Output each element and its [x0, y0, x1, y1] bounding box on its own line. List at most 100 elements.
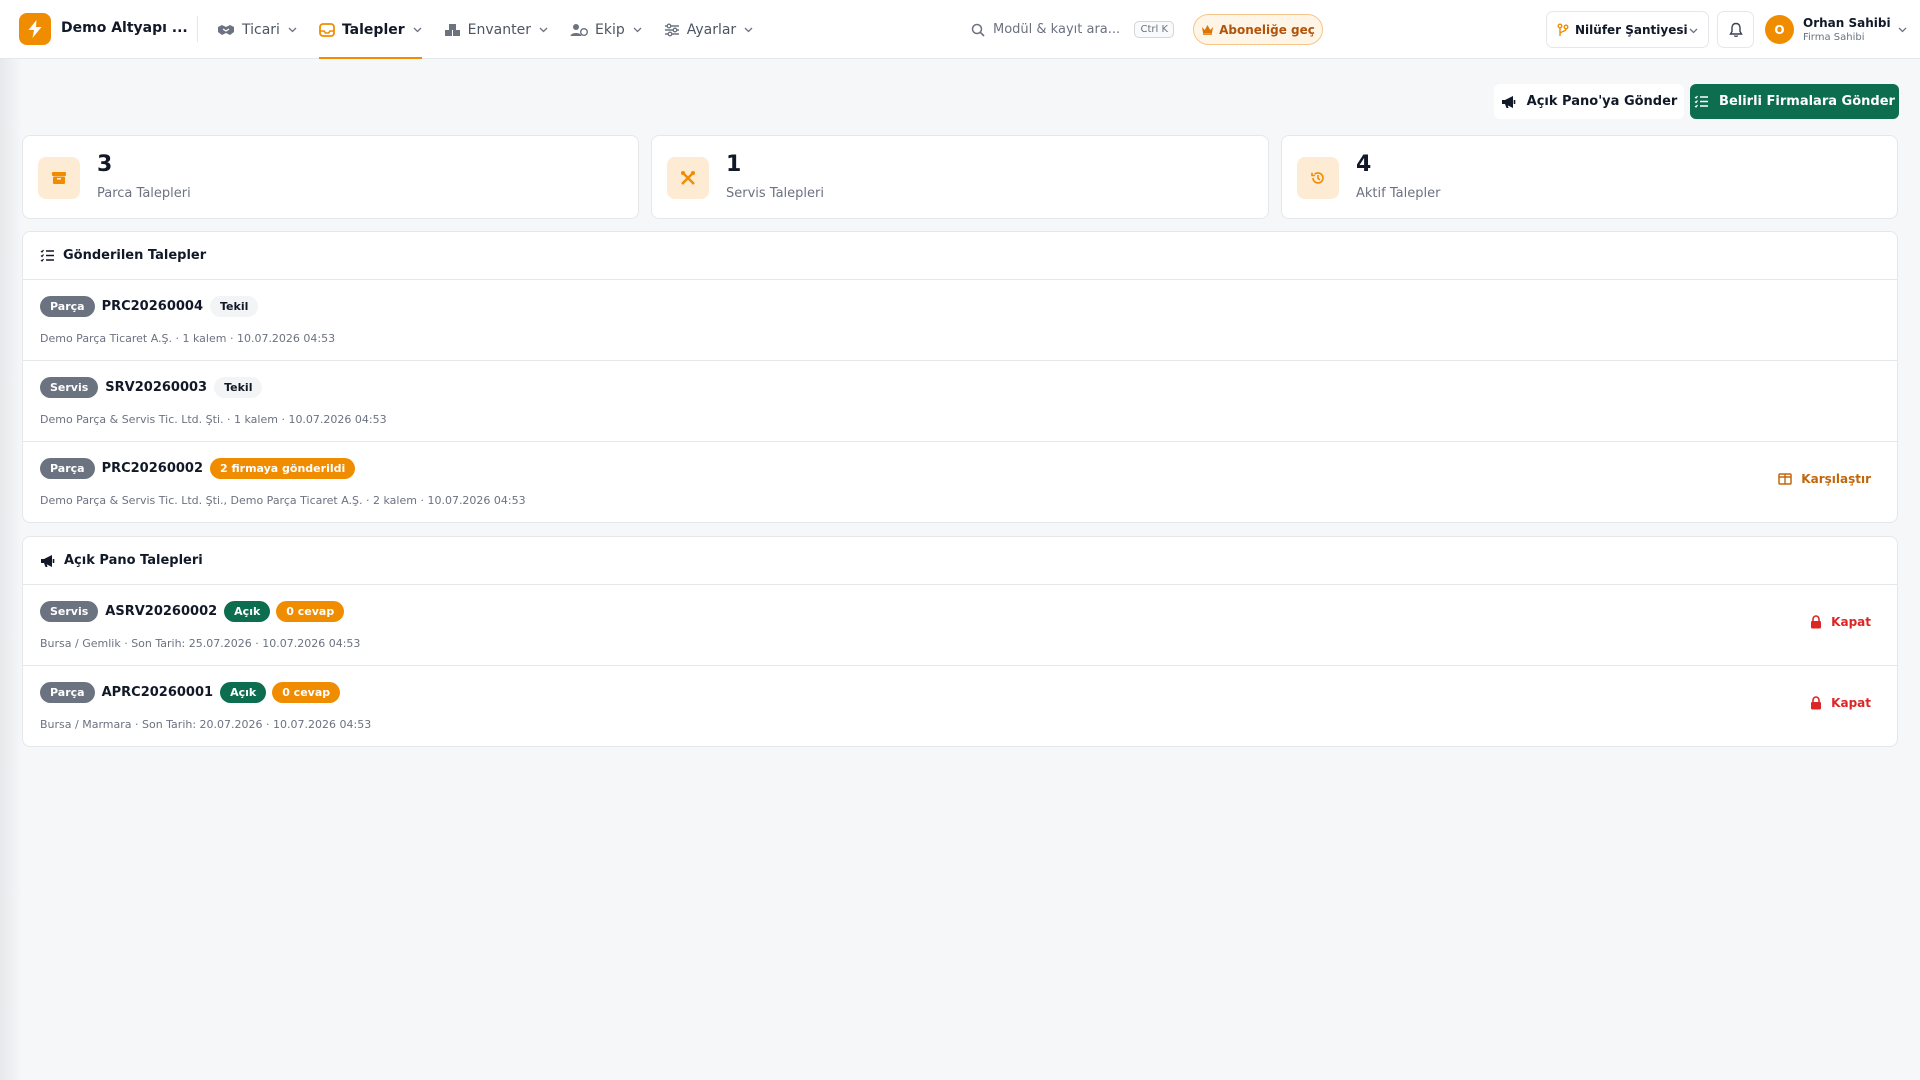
nav-item-ekip[interactable]: Ekip [570, 0, 642, 59]
stat-card-active: 4 Aktif Talepler [1281, 135, 1898, 219]
request-meta: Demo Parça Ticaret A.Ş. · 1 kalem · 10.0… [40, 332, 336, 345]
list-check-icon [1694, 95, 1709, 108]
request-code: ASRV20260002 [105, 604, 218, 619]
stat-card-services: 1 Servis Talepleri [651, 135, 1269, 219]
stat-label: Aktif Talepler [1356, 186, 1441, 201]
user-menu[interactable]: O Orhan Sahibi Firma Sahibi [1762, 10, 1907, 49]
nav-item-envanter[interactable]: Envanter [444, 0, 548, 59]
branch-icon [1557, 23, 1569, 37]
megaphone-icon [1501, 95, 1517, 109]
lock-icon [1810, 696, 1822, 710]
request-meta: Demo Parça & Servis Tic. Ltd. Şti. · 1 k… [40, 413, 387, 426]
stat-label: Servis Talepleri [726, 186, 824, 201]
chevron-down-icon [413, 27, 422, 33]
list-item[interactable]: Parça APRC20260001 Açık 0 cevap Bursa / … [23, 666, 1897, 746]
main-nav: Ticari Talepler Envanter Ekip Ayarlar [217, 0, 775, 59]
request-code: SRV20260003 [105, 380, 208, 395]
upgrade-label: Aboneliğe geç [1219, 22, 1315, 37]
tools-icon [667, 157, 709, 199]
sliders-icon [664, 23, 680, 37]
site-label: Nilüfer Şantiyesi [1575, 22, 1688, 37]
type-badge: Servis [40, 601, 99, 622]
request-meta: Bursa / Marmara · Son Tarih: 20.07.2026 … [40, 718, 372, 731]
compare-label: Karşılaştır [1801, 472, 1871, 486]
close-label: Kapat [1831, 615, 1871, 629]
nav-label: Ayarlar [686, 21, 737, 38]
request-meta: Bursa / Gemlik · Son Tarih: 25.07.2026 ·… [40, 637, 361, 650]
stat-label: Parca Talepleri [97, 186, 191, 201]
team-icon [570, 23, 588, 37]
request-code: PRC20260004 [101, 299, 204, 314]
notifications-button[interactable] [1717, 11, 1754, 48]
avatar: O [1765, 15, 1794, 44]
status-badge: Açık [220, 682, 267, 703]
user-info: Orhan Sahibi Firma Sahibi [1803, 16, 1898, 43]
sent-requests-panel: Gönderilen Talepler Parça PRC20260004 Te… [22, 231, 1898, 523]
box-icon [38, 157, 80, 199]
send-to-open-board-label: Açık Pano'ya Gönder [1526, 94, 1678, 109]
reply-count-badge: 0 cevap [272, 682, 341, 703]
chevron-down-icon [1898, 27, 1907, 33]
panel-title: Gönderilen Talepler [63, 248, 207, 263]
search-input[interactable]: Modül & kayıt ara... Ctrl K [961, 15, 1178, 44]
chevron-down-icon [744, 27, 753, 33]
site-selector[interactable]: Nilüfer Şantiyesi [1546, 11, 1709, 48]
send-to-open-board-button[interactable]: Açık Pano'ya Gönder [1494, 84, 1684, 119]
panel-header: Gönderilen Talepler [23, 232, 1897, 280]
close-request-button[interactable]: Kapat [1810, 696, 1871, 710]
app-name[interactable]: Demo Altyapı ... [61, 20, 188, 36]
list-item[interactable]: Parça PRC20260004 Tekil Demo Parça Ticar… [23, 280, 1897, 361]
list-check-icon [40, 249, 55, 262]
nav-item-ayarlar[interactable]: Ayarlar [664, 0, 753, 59]
send-to-firms-label: Belirli Firmalara Gönder [1719, 94, 1895, 109]
nav-item-ticari[interactable]: Ticari [217, 0, 297, 59]
columns-icon [1778, 473, 1793, 485]
lock-icon [1810, 615, 1822, 629]
stat-value: 4 [1356, 152, 1372, 177]
status-badge: Tekil [210, 296, 259, 317]
nav-label: Envanter [467, 21, 531, 38]
request-meta: Demo Parça & Servis Tic. Ltd. Şti., Demo… [40, 494, 526, 507]
lightning-icon [28, 20, 42, 38]
status-badge: 2 firmaya gönderildi [210, 458, 356, 479]
type-badge: Parça [40, 296, 95, 317]
chevron-down-icon [633, 27, 642, 33]
request-code: PRC20260002 [101, 461, 204, 476]
reply-count-badge: 0 cevap [276, 601, 345, 622]
nav-label: Talepler [341, 21, 405, 38]
search-shortcut: Ctrl K [1134, 21, 1174, 38]
chevron-down-icon [1689, 23, 1698, 37]
boxes-icon [444, 23, 461, 37]
request-code: APRC20260001 [101, 685, 214, 700]
close-request-button[interactable]: Kapat [1810, 615, 1871, 629]
compare-button[interactable]: Karşılaştır [1778, 472, 1871, 486]
crown-icon [1201, 24, 1214, 35]
search-placeholder: Modül & kayıt ara... [993, 22, 1121, 37]
list-item[interactable]: Servis SRV20260003 Tekil Demo Parça & Se… [23, 361, 1897, 442]
user-role: Firma Sahibi [1803, 32, 1865, 43]
stat-value: 1 [726, 152, 742, 177]
stat-value: 3 [97, 152, 113, 177]
status-badge: Açık [224, 601, 271, 622]
megaphone-icon [40, 554, 56, 568]
user-name: Orhan Sahibi [1803, 16, 1891, 30]
chevron-down-icon [288, 27, 297, 33]
handshake-icon [217, 23, 235, 37]
upgrade-button[interactable]: Aboneliğe geç [1193, 14, 1323, 45]
inbox-icon [319, 22, 335, 37]
panel-title: Açık Pano Talepleri [64, 553, 203, 568]
status-badge: Tekil [214, 377, 263, 398]
app-logo[interactable] [19, 13, 51, 45]
search-icon [971, 23, 985, 37]
close-label: Kapat [1831, 696, 1871, 710]
type-badge: Parça [40, 682, 95, 703]
panel-header: Açık Pano Talepleri [23, 537, 1897, 585]
list-item[interactable]: Parça PRC20260002 2 firmaya gönderildi D… [23, 442, 1897, 522]
top-navigation-bar: Demo Altyapı ... Ticari Talepler Envante… [0, 0, 1920, 59]
nav-item-talepler[interactable]: Talepler [318, 0, 422, 59]
nav-label: Ticari [242, 21, 280, 38]
nav-label: Ekip [594, 21, 625, 38]
send-to-firms-button[interactable]: Belirli Firmalara Gönder [1690, 84, 1899, 119]
list-item[interactable]: Servis ASRV20260002 Açık 0 cevap Bursa /… [23, 585, 1897, 666]
divider [197, 16, 198, 42]
